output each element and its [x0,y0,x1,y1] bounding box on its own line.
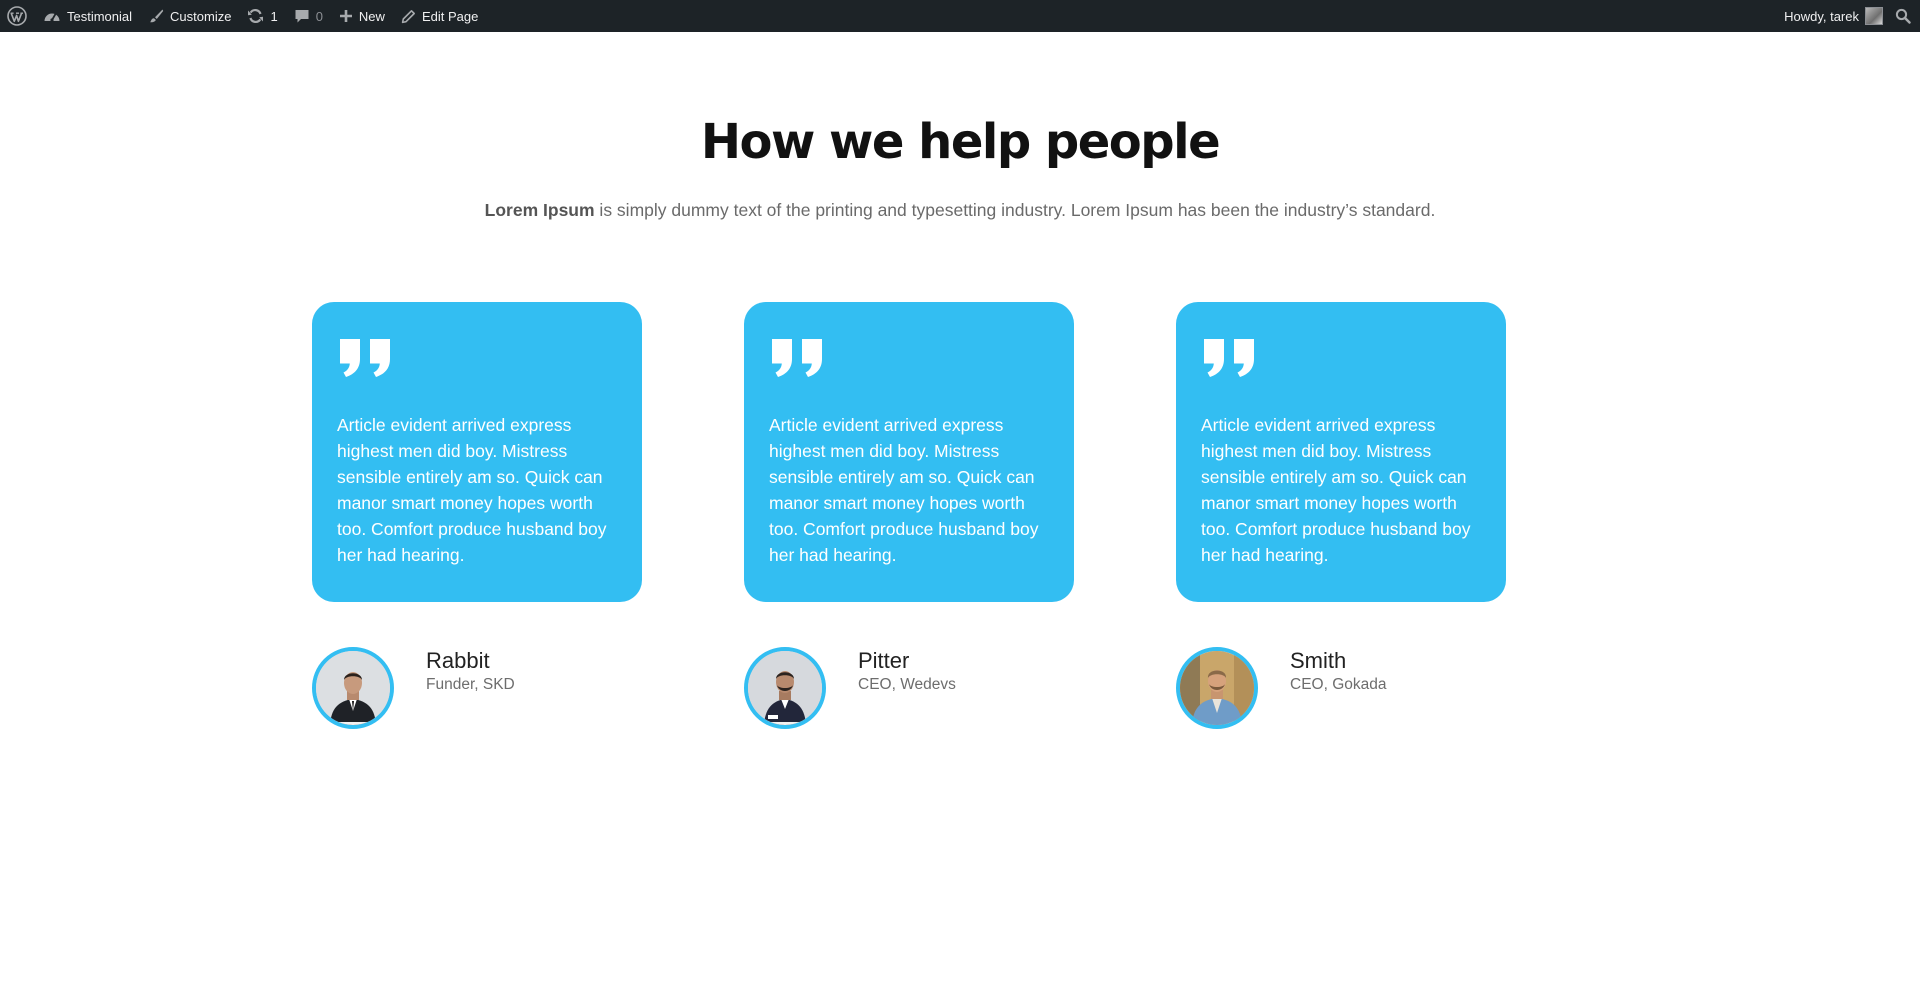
testimonial-text: Article evident arrived express highest … [769,415,1039,565]
quote-icon [769,338,1050,378]
updates-link[interactable]: 1 [239,0,285,32]
subtitle-bold: Lorem Ipsum [484,200,595,220]
section-subtitle: Lorem Ipsum is simply dummy text of the … [0,199,1920,221]
edit-page-link[interactable]: Edit Page [393,0,486,32]
user-avatar [1865,7,1883,25]
updates-count: 1 [270,8,278,24]
testimonial-card: Article evident arrived express highest … [1176,302,1506,602]
site-name-label: Testimonial [67,8,133,24]
new-label: New [358,8,385,24]
wordpress-menu[interactable] [0,0,35,32]
plus-icon [339,9,353,23]
author-name: Rabbit [426,648,490,673]
subtitle-text: is simply dummy text of the printing and… [594,200,1436,220]
comments-link[interactable]: 0 [286,0,331,32]
search-icon [1895,8,1911,24]
section-heading: How we help people [700,114,1221,170]
testimonial-text: Article evident arrived express highest … [1201,415,1471,565]
customize-link[interactable]: Customize [140,0,239,32]
quote-icon [1201,338,1482,378]
author-name: Smith [1290,648,1347,673]
howdy-label: Howdy, tarek [1784,8,1859,24]
testimonial-author: Pitter CEO, Wedevs [744,647,1074,729]
brush-icon [148,8,164,24]
avatar [744,647,826,729]
quote-icon [337,338,618,378]
my-account-menu[interactable]: Howdy, tarek [1776,0,1887,32]
edit-page-label: Edit Page [421,8,479,24]
author-name: Pitter [858,648,910,673]
testimonial-text: Article evident arrived express highest … [337,415,607,565]
site-name-link[interactable]: Testimonial [35,0,140,32]
author-role: CEO, Wedevs [858,676,956,693]
author-role: CEO, Gokada [1290,676,1387,693]
customize-label: Customize [170,8,232,24]
updates-icon [247,8,264,24]
wordpress-logo-icon [7,6,27,26]
testimonial-author: Rabbit Funder, SKD [312,647,642,729]
comments-count: 0 [315,8,323,24]
testimonial-card: Article evident arrived express highest … [744,302,1074,602]
dashboard-icon [43,8,61,24]
adminbar-search[interactable] [1887,0,1920,32]
avatar [1176,647,1258,729]
comment-icon [294,8,310,24]
pencil-icon [401,9,416,24]
testimonial-author: Smith CEO, Gokada [1176,647,1506,729]
new-content-link[interactable]: New [331,0,393,32]
admin-bar: Testimonial Customize 1 0 New Edit Page … [0,0,1920,32]
avatar [312,647,394,729]
author-role: Funder, SKD [426,676,515,693]
testimonial-card: Article evident arrived express highest … [312,302,642,602]
